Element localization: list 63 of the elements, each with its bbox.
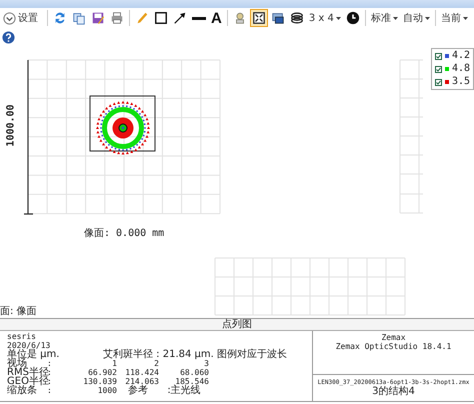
dropdown-button[interactable]: 当前 — [438, 9, 470, 27]
dropdown-button[interactable]: 标准 — [368, 9, 400, 27]
legend-label: 4.2 — [452, 50, 470, 62]
text-tool-button[interactable]: A — [209, 9, 224, 27]
help-icon[interactable] — [2, 30, 15, 44]
spot-diagram-drawing — [96, 100, 150, 154]
report-text: 2020/6/13 — [7, 341, 52, 350]
table-cell-text: : — [47, 359, 52, 368]
row-label: GEO半径 — [7, 377, 47, 386]
legend-label: 3.5 — [452, 76, 470, 88]
x-axis-label: 像面: 0.000 mm — [84, 227, 164, 240]
chevron-icon — [3, 12, 16, 24]
table-cell-text: : — [47, 377, 53, 386]
row-label: 缩放条 — [7, 386, 37, 395]
report-text: sesris — [7, 332, 37, 341]
table-cell-text: 214.063 — [124, 377, 159, 386]
checkbox[interactable] — [435, 52, 442, 60]
product-text: Zemax OpticStudio 18.4.1 — [334, 342, 452, 351]
table-cell-text: 3 — [204, 359, 209, 368]
table-cell-text: : — [47, 368, 53, 377]
legend-label: 4.8 — [452, 63, 470, 75]
table-cell-text: 2 — [153, 359, 159, 368]
configuration-text: 3的结构4 — [371, 387, 416, 397]
company-text: Zemax — [380, 333, 407, 342]
row-label: 视场 — [7, 359, 27, 368]
unit-text: 单位是 µm. — [7, 350, 60, 359]
dropdown-button[interactable]: 3 x 4 — [306, 9, 343, 27]
table-cell-text: 130.039 — [82, 377, 117, 386]
table-cell-text: : — [47, 386, 53, 395]
checkbox[interactable] — [435, 78, 442, 86]
checkbox[interactable] — [435, 66, 442, 72]
dropdown-button[interactable]: 自动 — [400, 9, 432, 27]
rectangle-icon — [154, 11, 168, 25]
window-icon — [270, 11, 285, 25]
pencil-icon — [135, 11, 149, 25]
table-cell-text: 118.424 — [124, 368, 159, 377]
row-label: RMS半径 — [7, 368, 47, 377]
table-cell-text: 参考 — [127, 386, 149, 395]
table-cell-text: 1000 — [96, 386, 117, 395]
grid-frame-button[interactable] — [250, 9, 268, 27]
caret-icon — [462, 16, 468, 20]
airy-radius-text: 艾利斑半径 : 21.84 µm. 图例对应于波长 — [103, 350, 287, 359]
table-cell-text: 185.546 — [175, 377, 209, 386]
grid-frame-icon — [252, 11, 266, 25]
refresh-icon — [53, 11, 67, 25]
report-title: 点列图 — [0, 319, 474, 331]
settings-button[interactable]: 设置 — [1, 9, 40, 27]
table-cell-text: 1 — [111, 359, 117, 368]
caret-icon — [392, 16, 398, 20]
table-cell-text: 68.060 — [179, 368, 209, 377]
table-cell-text: 66.902 — [87, 368, 117, 377]
layers-icon — [290, 11, 304, 25]
arrow-icon — [173, 11, 187, 25]
table-cell-text: :主光线 — [166, 386, 202, 395]
clock-icon — [346, 11, 360, 25]
caret-icon — [424, 16, 430, 20]
rectangle-button[interactable] — [152, 9, 170, 27]
caret-icon — [336, 16, 341, 20]
save-icon — [91, 11, 105, 25]
surface-label: 面: 像面 — [0, 305, 37, 318]
copy-icon — [72, 11, 86, 25]
print-icon — [110, 11, 124, 25]
y-axis-label: 1000.00 — [6, 104, 17, 147]
